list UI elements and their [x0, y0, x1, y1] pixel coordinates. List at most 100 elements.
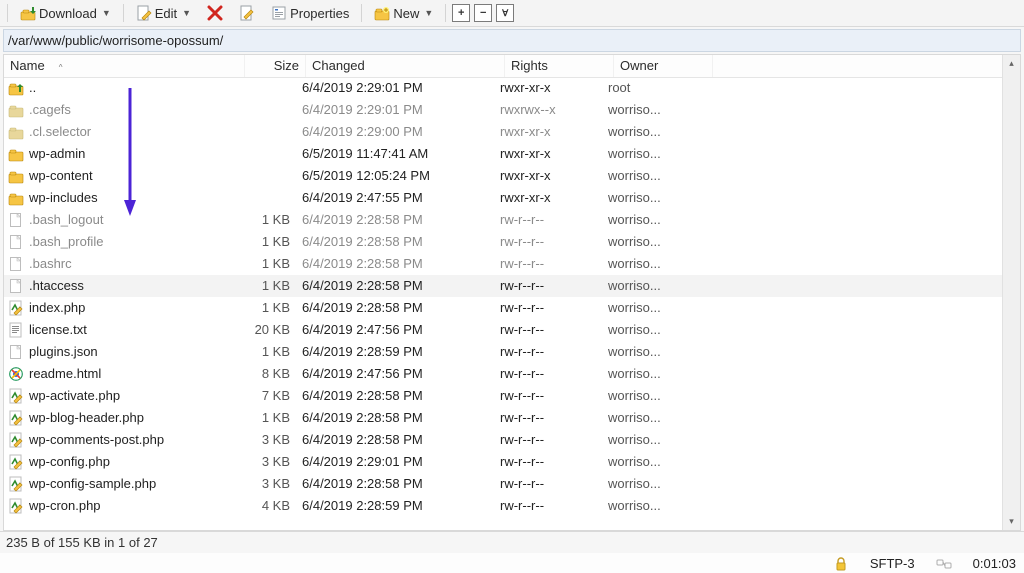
cell-rights: rwxr-xr-x — [494, 187, 602, 209]
header-name[interactable]: Name ^ — [4, 55, 245, 77]
header-owner[interactable]: Owner — [614, 55, 713, 77]
download-icon — [20, 5, 36, 21]
cell-name: wp-config-sample.php — [4, 473, 236, 495]
cell-size: 1 KB — [236, 209, 296, 231]
cell-size — [236, 99, 296, 121]
cell-size: 1 KB — [236, 231, 296, 253]
file-name: wp-includes — [29, 187, 98, 209]
file-row[interactable]: .bash_logout 1 KB 6/4/2019 2:28:58 PM rw… — [4, 209, 1003, 231]
file-name: readme.html — [29, 363, 101, 385]
header-spacer — [713, 55, 1020, 77]
cell-size — [236, 77, 296, 99]
cell-rights: rw-r--r-- — [494, 297, 602, 319]
cell-owner: worriso... — [602, 297, 700, 319]
collapse-button[interactable]: − — [474, 4, 492, 22]
dropdown-caret-icon: ▼ — [424, 8, 433, 18]
cell-size — [236, 165, 296, 187]
php-icon — [8, 476, 24, 492]
file-row[interactable]: plugins.json 1 KB 6/4/2019 2:28:59 PM rw… — [4, 341, 1003, 363]
rename-icon — [239, 5, 255, 21]
file-row[interactable]: .cagefs 6/4/2019 2:29:01 PM rwxrwx--x wo… — [4, 99, 1003, 121]
cell-owner: worriso... — [602, 429, 700, 451]
scroll-up-icon[interactable]: ▴ — [1003, 55, 1020, 72]
header-name-label: Name — [10, 58, 45, 73]
cell-size — [236, 121, 296, 143]
expand-button[interactable]: + — [452, 4, 470, 22]
cell-rights: rw-r--r-- — [494, 209, 602, 231]
file-row[interactable]: .bash_profile 1 KB 6/4/2019 2:28:58 PM r… — [4, 231, 1003, 253]
cell-rights: rw-r--r-- — [494, 429, 602, 451]
sort-indicator-icon: ^ — [59, 63, 63, 72]
header-rights[interactable]: Rights — [505, 55, 614, 77]
cell-changed: 6/4/2019 2:28:58 PM — [296, 385, 494, 407]
file-row[interactable]: wp-includes 6/4/2019 2:47:55 PM rwxr-xr-… — [4, 187, 1003, 209]
connection-bar: SFTP-3 0:01:03 — [0, 553, 1024, 573]
cell-rights: rw-r--r-- — [494, 451, 602, 473]
file-row[interactable]: .cl.selector 6/4/2019 2:29:00 PM rwxr-xr… — [4, 121, 1003, 143]
file-row[interactable]: wp-config.php 3 KB 6/4/2019 2:29:01 PM r… — [4, 451, 1003, 473]
scroll-down-icon[interactable]: ▾ — [1003, 513, 1020, 530]
file-row[interactable]: wp-admin 6/5/2019 11:47:41 AM rwxr-xr-x … — [4, 143, 1003, 165]
new-button[interactable]: New ▼ — [367, 1, 440, 25]
dropdown-caret-icon: ▼ — [182, 8, 191, 18]
cell-changed: 6/4/2019 2:47:56 PM — [296, 319, 494, 341]
rename-button[interactable] — [232, 1, 262, 25]
folder-icon — [8, 146, 24, 162]
cell-changed: 6/4/2019 2:28:58 PM — [296, 297, 494, 319]
cell-owner: worriso... — [602, 275, 700, 297]
folder-icon — [8, 190, 24, 206]
edit-label: Edit — [155, 6, 177, 21]
cell-name: wp-activate.php — [4, 385, 236, 407]
toolbar-separator — [123, 4, 124, 22]
path-bar[interactable]: /var/www/public/worrisome-opossum/ — [3, 29, 1021, 52]
txt-icon — [8, 322, 24, 338]
file-row[interactable]: .. 6/4/2019 2:29:01 PM rwxr-xr-x root — [4, 77, 1003, 99]
download-button[interactable]: Download ▼ — [13, 1, 118, 25]
file-icon — [8, 256, 24, 272]
header-changed[interactable]: Changed — [306, 55, 505, 77]
cell-changed: 6/4/2019 2:28:59 PM — [296, 495, 494, 517]
file-name: .cagefs — [29, 99, 71, 121]
cell-name: plugins.json — [4, 341, 236, 363]
file-name: .htaccess — [29, 275, 84, 297]
cell-name: .bash_profile — [4, 231, 236, 253]
properties-button[interactable]: Properties — [264, 1, 356, 25]
cell-rights: rw-r--r-- — [494, 275, 602, 297]
file-row[interactable]: wp-cron.php 4 KB 6/4/2019 2:28:59 PM rw-… — [4, 495, 1003, 517]
file-row[interactable]: readme.html 8 KB 6/4/2019 2:47:56 PM rw-… — [4, 363, 1003, 385]
file-row[interactable]: wp-comments-post.php 3 KB 6/4/2019 2:28:… — [4, 429, 1003, 451]
file-name: .bashrc — [29, 253, 72, 275]
vertical-scrollbar[interactable]: ▴ ▾ — [1002, 55, 1020, 530]
file-row[interactable]: index.php 1 KB 6/4/2019 2:28:58 PM rw-r-… — [4, 297, 1003, 319]
cell-changed: 6/4/2019 2:28:58 PM — [296, 407, 494, 429]
cell-changed: 6/5/2019 12:05:24 PM — [296, 165, 494, 187]
file-row[interactable]: wp-content 6/5/2019 12:05:24 PM rwxr-xr-… — [4, 165, 1003, 187]
cell-changed: 6/4/2019 2:29:01 PM — [296, 99, 494, 121]
cell-changed: 6/4/2019 2:28:59 PM — [296, 341, 494, 363]
cell-owner: worriso... — [602, 187, 700, 209]
file-row[interactable]: .bashrc 1 KB 6/4/2019 2:28:58 PM rw-r--r… — [4, 253, 1003, 275]
properties-icon — [271, 5, 287, 21]
toolbar-separator — [445, 4, 446, 22]
delete-button[interactable] — [200, 1, 230, 25]
file-row[interactable]: .htaccess 1 KB 6/4/2019 2:28:58 PM rw-r-… — [4, 275, 1003, 297]
header-size[interactable]: Size — [245, 55, 306, 77]
cell-name: wp-config.php — [4, 451, 236, 473]
select-mask-button[interactable]: ∀ — [496, 4, 514, 22]
cell-owner: worriso... — [602, 99, 700, 121]
cell-owner: root — [602, 77, 700, 99]
cell-rights: rwxr-xr-x — [494, 121, 602, 143]
file-row[interactable]: wp-blog-header.php 1 KB 6/4/2019 2:28:58… — [4, 407, 1003, 429]
file-icon — [8, 212, 24, 228]
folder-icon — [8, 102, 24, 118]
file-name: plugins.json — [29, 341, 98, 363]
file-name: wp-comments-post.php — [29, 429, 164, 451]
file-row[interactable]: wp-activate.php 7 KB 6/4/2019 2:28:58 PM… — [4, 385, 1003, 407]
file-name: index.php — [29, 297, 85, 319]
cell-size: 3 KB — [236, 429, 296, 451]
edit-button[interactable]: Edit ▼ — [129, 1, 198, 25]
cell-rights: rw-r--r-- — [494, 231, 602, 253]
file-row[interactable]: wp-config-sample.php 3 KB 6/4/2019 2:28:… — [4, 473, 1003, 495]
file-row[interactable]: license.txt 20 KB 6/4/2019 2:47:56 PM rw… — [4, 319, 1003, 341]
cell-changed: 6/4/2019 2:28:58 PM — [296, 231, 494, 253]
